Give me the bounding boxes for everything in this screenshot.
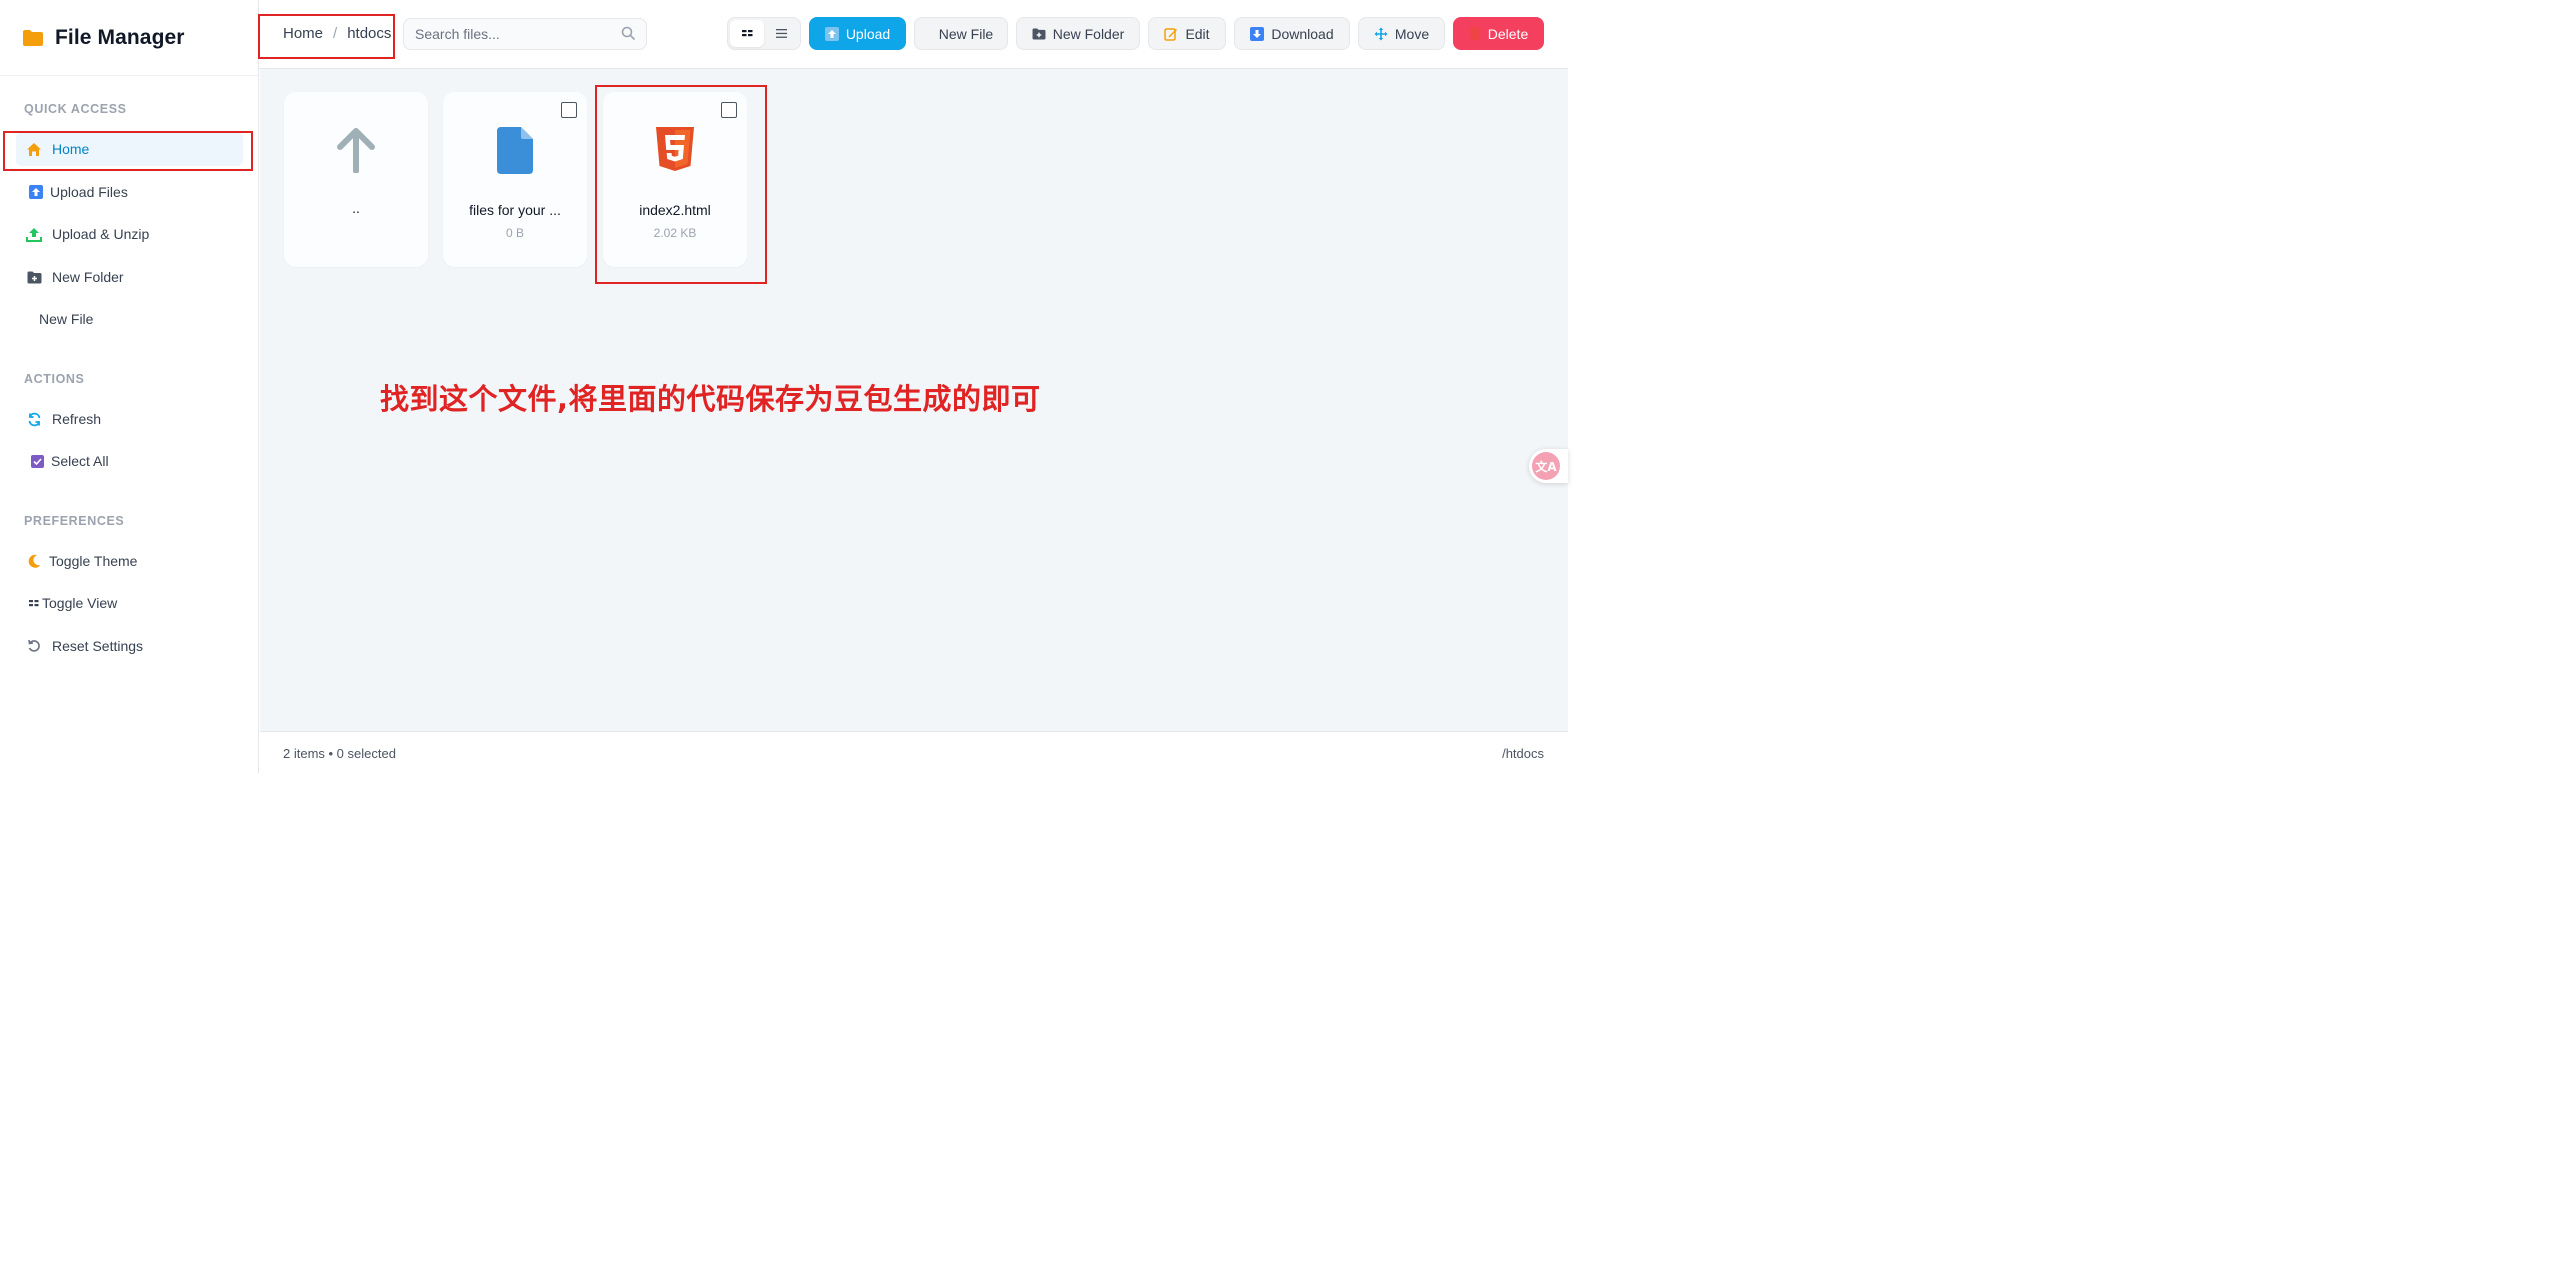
- sidebar-item-refresh[interactable]: Refresh: [16, 402, 243, 436]
- sidebar-item-label: Select All: [51, 453, 109, 469]
- sidebar-item-reset-settings[interactable]: Reset Settings: [16, 629, 243, 663]
- sidebar-item-upload-files[interactable]: Upload Files: [16, 175, 243, 209]
- file-grid: .. files for your ... 0 B index2.html 2.…: [260, 69, 1568, 731]
- file-select-checkbox[interactable]: [721, 102, 737, 118]
- delete-button[interactable]: Delete: [1453, 17, 1544, 50]
- sidebar-item-label: Toggle View: [42, 595, 118, 611]
- annotation-instruction: 找到这个文件,将里面的代码保存为豆包生成的即可: [380, 382, 1041, 416]
- file-icon: [497, 127, 533, 174]
- list-icon: [775, 29, 787, 38]
- app-title: File Manager: [55, 25, 185, 49]
- sidebar-item-label: Upload Files: [50, 184, 128, 200]
- section-preferences: PREFERENCES: [24, 514, 125, 528]
- arrow-up-icon: [337, 128, 375, 173]
- upload-button[interactable]: Upload: [809, 17, 906, 50]
- sidebar-item-upload-unzip[interactable]: Upload & Unzip: [16, 217, 243, 251]
- translate-icon: 文A: [1532, 452, 1560, 480]
- section-actions: ACTIONS: [24, 372, 85, 386]
- folder-plus-icon: [1032, 27, 1046, 40]
- sidebar-item-label: Refresh: [52, 411, 102, 427]
- status-bar: 2 items • 0 selected /htdocs: [260, 731, 1568, 773]
- sidebar-item-label: New Folder: [52, 269, 124, 285]
- refresh-icon: [26, 411, 42, 427]
- download-button[interactable]: Download: [1234, 17, 1350, 50]
- upload-tray-icon: [26, 226, 42, 242]
- download-icon: [1250, 26, 1265, 41]
- breadcrumb-home[interactable]: Home: [283, 25, 323, 42]
- file-card[interactable]: files for your ... 0 B: [443, 92, 587, 267]
- sidebar-item-new-file[interactable]: New File: [16, 302, 243, 336]
- translate-widget-button[interactable]: 文A: [1529, 449, 1568, 483]
- section-quick-access: QUICK ACCESS: [24, 102, 127, 116]
- sidebar-item-label: Reset Settings: [52, 638, 144, 654]
- sidebar-item-new-folder[interactable]: New Folder: [16, 260, 243, 294]
- new-folder-button[interactable]: New Folder: [1016, 17, 1140, 50]
- grid-icon: [28, 595, 39, 611]
- search-icon[interactable]: [621, 26, 636, 41]
- upload-arrow-icon: [824, 26, 839, 41]
- file-select-checkbox[interactable]: [561, 102, 577, 118]
- sidebar-item-label: Toggle Theme: [49, 553, 138, 569]
- topbar: Home / htdocs Upload New File New Folder…: [259, 0, 1568, 69]
- sidebar-item-label: Home: [52, 141, 90, 157]
- search-box: [403, 18, 647, 50]
- file-name: files for your ...: [469, 202, 561, 218]
- breadcrumb-separator: /: [333, 25, 338, 42]
- sidebar-item-home[interactable]: Home: [16, 132, 243, 166]
- file-name: index2.html: [639, 202, 711, 218]
- sidebar: File Manager QUICK ACCESS Home Upload Fi…: [0, 0, 259, 773]
- edit-icon: [1164, 27, 1178, 41]
- home-icon: [26, 141, 42, 157]
- trash-icon: [1468, 27, 1481, 40]
- moon-icon: [26, 553, 42, 569]
- reset-icon: [26, 638, 42, 654]
- file-card-parent[interactable]: ..: [284, 92, 428, 267]
- view-toggle: [727, 17, 801, 50]
- checkbox-checked-icon: [29, 453, 45, 469]
- sidebar-item-toggle-view[interactable]: Toggle View: [16, 586, 243, 620]
- new-file-button[interactable]: New File: [914, 17, 1008, 50]
- move-icon: [1374, 27, 1388, 40]
- breadcrumb: Home / htdocs: [283, 25, 391, 42]
- search-input[interactable]: [415, 26, 615, 42]
- status-summary: 2 items • 0 selected: [283, 746, 396, 761]
- sidebar-item-select-all[interactable]: Select All: [16, 444, 243, 478]
- sidebar-item-toggle-theme[interactable]: Toggle Theme: [16, 544, 243, 578]
- folder-icon: [23, 29, 43, 46]
- move-button[interactable]: Move: [1358, 17, 1445, 50]
- app-brand: File Manager: [0, 0, 258, 76]
- edit-button[interactable]: Edit: [1148, 17, 1226, 50]
- file-size: 0 B: [505, 226, 524, 240]
- status-path: /htdocs: [1502, 746, 1544, 761]
- list-view-button[interactable]: [764, 20, 798, 47]
- grid-view-button[interactable]: [730, 20, 764, 47]
- file-name: ..: [352, 200, 360, 216]
- file-size: 2.02 KB: [653, 226, 697, 240]
- breadcrumb-current[interactable]: htdocs: [347, 25, 391, 42]
- upload-arrow-icon: [28, 184, 44, 200]
- sidebar-item-label: Upload & Unzip: [52, 226, 150, 242]
- folder-plus-icon: [26, 269, 42, 285]
- grid-icon: [741, 30, 752, 37]
- sidebar-item-label: New File: [39, 311, 94, 327]
- html5-icon: [656, 127, 694, 171]
- file-card[interactable]: index2.html 2.02 KB: [603, 92, 747, 267]
